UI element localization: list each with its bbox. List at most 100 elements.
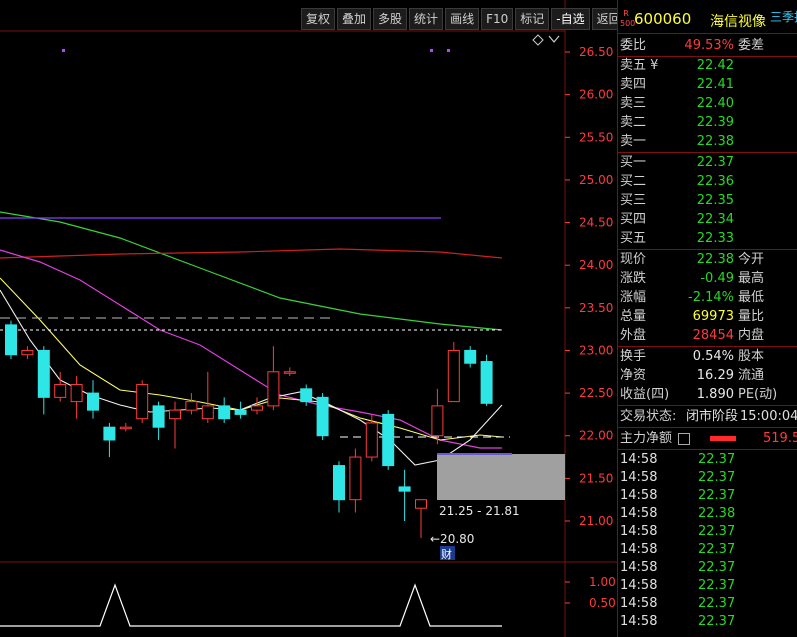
sell5-row[interactable]: 卖五 ¥ 22.42 <box>618 56 797 75</box>
y-tick-label: 22.50 <box>579 386 613 400</box>
candle-body <box>185 401 198 411</box>
tick-row: 14:58 22.37 <box>618 487 797 505</box>
tick-row: 14:58 22.37 <box>618 613 797 631</box>
divider <box>618 405 797 406</box>
candle-body <box>251 405 263 411</box>
change-value: -0.49 <box>700 271 734 286</box>
fin-row-turnover: 换手 0.54% 股本 <box>618 347 797 366</box>
y-tick-label: 26.00 <box>579 88 613 102</box>
report-tag[interactable]: 三季报 <box>770 8 797 25</box>
divider <box>618 33 797 34</box>
overlay-button[interactable]: 叠加 <box>337 8 372 30</box>
candle-body <box>136 384 149 420</box>
status-value: 闭市阶段 <box>686 409 739 424</box>
tick-price: 22.37 <box>698 542 736 557</box>
buy1-row[interactable]: 买一 22.37 <box>618 153 797 172</box>
tick-row: 14:58 22.37 <box>618 523 797 541</box>
buy2-label: 买二 <box>620 174 647 189</box>
candle-body <box>70 384 83 403</box>
kline-chart[interactable]: 26.50 26.00 25.50 25.00 24.50 24.00 23.50 23.00… <box>0 0 617 637</box>
tick-row: 14:58 22.37 <box>618 577 797 595</box>
netflow-row[interactable]: 主力净额 519.5 <box>618 429 797 448</box>
stats-button[interactable]: 统计 <box>409 8 444 30</box>
candle-body <box>21 349 34 356</box>
sell2-row[interactable]: 卖二 22.39 <box>618 113 797 132</box>
buy4-label: 买四 <box>620 212 647 227</box>
tick-price: 22.37 <box>698 524 736 539</box>
fuquan-button[interactable]: 复权 <box>301 8 336 30</box>
volume-value: 69973 <box>692 309 734 324</box>
candle-body <box>300 388 313 403</box>
y-tick-label: 24.50 <box>579 216 613 230</box>
candle-body <box>283 371 296 374</box>
tick-row: 14:58 22.37 <box>618 559 797 577</box>
candle-body <box>201 405 214 420</box>
badge-bottom: 500 <box>620 19 636 28</box>
pct-label: 涨幅 <box>620 290 647 305</box>
candle-body <box>349 456 362 501</box>
buy5-row[interactable]: 买五 22.33 <box>618 229 797 248</box>
turnover-value: 0.54% <box>692 349 734 364</box>
tick-price: 22.38 <box>698 506 736 521</box>
quote-row-outer: 外盘 28454 内盘 <box>618 326 797 345</box>
chart-toolbar: 复权 叠加 多股 统计 画线 F10 标记 -自选 返回 <box>301 8 628 30</box>
sell5-price: 22.42 <box>696 58 734 73</box>
weicha-label: 委差 <box>738 38 765 53</box>
badge-top: R <box>623 9 629 18</box>
indicator-line <box>0 583 502 627</box>
status-label: 交易状态: <box>620 409 677 424</box>
weibi-value: 49.53% <box>684 38 734 53</box>
y-tick-label: 26.50 <box>579 45 613 59</box>
remove-watchlist-button[interactable]: -自选 <box>551 8 590 30</box>
tick-time: 14:58 <box>620 524 658 539</box>
netflow-bar <box>710 436 736 441</box>
list-icon[interactable] <box>678 433 690 445</box>
shares-label: 股本 <box>738 349 765 364</box>
buy2-row[interactable]: 买二 22.36 <box>618 172 797 191</box>
buy4-row[interactable]: 买四 22.34 <box>618 210 797 229</box>
candle-body <box>152 405 165 428</box>
draw-line-button[interactable]: 画线 <box>445 8 480 30</box>
tick-time: 14:58 <box>620 488 658 503</box>
chevron-down-icon[interactable] <box>548 35 560 43</box>
sell1-row[interactable]: 卖一 22.38 <box>618 132 797 151</box>
buy4-price: 22.34 <box>696 212 734 227</box>
candle-body <box>87 392 99 411</box>
multi-stock-button[interactable]: 多股 <box>373 8 408 30</box>
sell3-label: 卖三 <box>620 96 647 111</box>
tick-time: 14:58 <box>620 560 658 575</box>
tick-time: 14:58 <box>620 578 658 593</box>
diamond-icon[interactable] <box>532 34 544 46</box>
buy5-label: 买五 <box>620 231 647 246</box>
stock-name: 海信视像 <box>710 14 766 30</box>
buy1-label: 买一 <box>620 155 647 170</box>
mark-button[interactable]: 标记 <box>515 8 550 30</box>
change-label: 涨跌 <box>620 271 647 286</box>
ma-line-red <box>0 248 503 259</box>
tick-time: 14:58 <box>620 452 658 467</box>
eps-value: 1.890 <box>696 387 734 402</box>
candle-body <box>234 409 247 415</box>
sell4-row[interactable]: 卖四 22.41 <box>618 75 797 94</box>
buy3-row[interactable]: 买三 22.35 <box>618 191 797 210</box>
low-label: 最低 <box>738 290 765 305</box>
tick-time: 14:58 <box>620 596 658 611</box>
float-label: 流通 <box>738 368 765 383</box>
candle-body <box>464 349 477 364</box>
tick-time: 14:58 <box>620 614 658 629</box>
turnover-label: 换手 <box>620 349 647 364</box>
quote-row-price: 现价 22.38 今开 <box>618 250 797 269</box>
tick-price: 22.37 <box>698 452 736 467</box>
sell3-row[interactable]: 卖三 22.40 <box>618 94 797 113</box>
tick-time: 14:58 <box>620 542 658 557</box>
quote-panel: R 500 600060 海信视像 三季报 委比 49.53% 委差 卖五 ¥ … <box>617 0 797 637</box>
candle-body <box>316 396 329 437</box>
vol-ratio-label: 量比 <box>738 309 765 324</box>
candle-body <box>415 499 427 509</box>
tick-row: 14:58 22.38 <box>618 505 797 523</box>
candle-body <box>218 405 231 420</box>
buy3-label: 买三 <box>620 193 647 208</box>
y-tick-label: 23.00 <box>579 343 613 357</box>
volume-label: 总量 <box>620 309 647 324</box>
f10-button[interactable]: F10 <box>481 8 514 30</box>
